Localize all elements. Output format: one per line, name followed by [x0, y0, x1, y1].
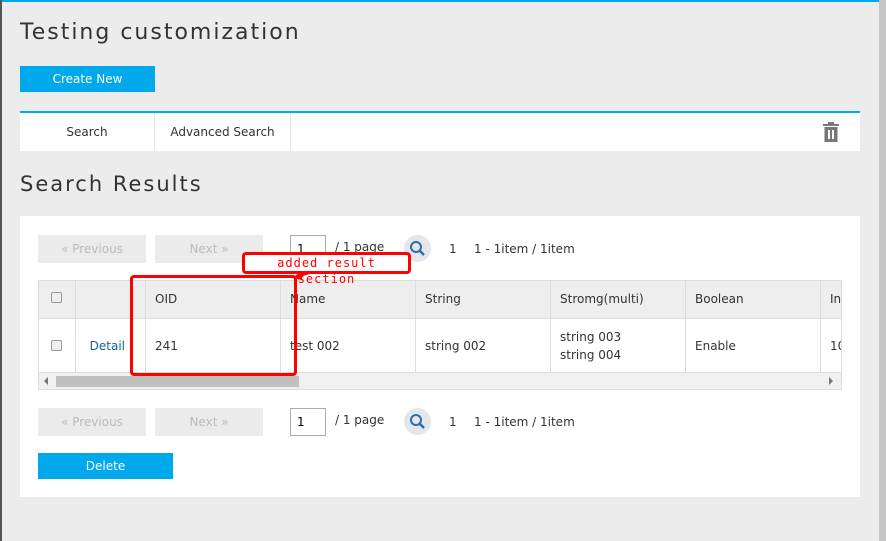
previous-button-bottom[interactable]: « Previous: [38, 408, 146, 436]
trash-icon[interactable]: [823, 122, 839, 142]
header-string[interactable]: String: [416, 281, 551, 318]
top-accent-line: [0, 0, 879, 2]
header-boolean[interactable]: Boolean: [686, 281, 821, 318]
multi-value: string 004: [560, 347, 622, 362]
annotation-highlight-box: [130, 275, 297, 376]
page-total-bottom: / 1 page: [335, 413, 385, 427]
cell-string-multi: string 003 string 004: [551, 318, 686, 372]
tab-search[interactable]: Search: [20, 113, 155, 151]
scroll-left-arrow-icon[interactable]: [44, 377, 48, 385]
next-button-bottom[interactable]: Next »: [155, 408, 263, 436]
previous-button[interactable]: « Previous: [38, 235, 146, 263]
page-title: Testing customization: [20, 20, 301, 45]
results-title: Search Results: [20, 172, 203, 196]
scrollbar-thumb[interactable]: [56, 376, 299, 387]
cell-string: string 002: [416, 318, 551, 372]
search-icon: [410, 414, 425, 429]
delete-button[interactable]: Delete: [38, 453, 173, 479]
select-all-checkbox[interactable]: [51, 292, 62, 303]
item-summary: 1 - 1item / 1item: [474, 242, 575, 256]
tab-advanced-search[interactable]: Advanced Search: [155, 113, 291, 151]
window-border: [0, 0, 2, 541]
cell-boolean: Enable: [686, 318, 821, 372]
annotation-label: added result section: [242, 252, 411, 286]
current-page: 1: [449, 242, 457, 256]
multi-value: string 003: [560, 329, 622, 344]
page-scrollbar[interactable]: [879, 0, 886, 541]
page-search-button-bottom[interactable]: [404, 408, 431, 435]
cell-int: 10: [821, 318, 841, 372]
search-tabs: Search Advanced Search: [20, 111, 860, 151]
header-select-all[interactable]: [39, 281, 76, 318]
row-checkbox[interactable]: [51, 340, 62, 351]
current-page-bottom: 1: [449, 415, 457, 429]
scroll-right-arrow-icon[interactable]: [829, 377, 833, 385]
page-input-bottom[interactable]: [290, 408, 326, 436]
row-select[interactable]: [39, 318, 76, 372]
cell-name: test 002: [281, 318, 416, 372]
header-string-multi[interactable]: Stromg(multi): [551, 281, 686, 318]
create-new-button[interactable]: Create New: [20, 66, 155, 92]
header-int[interactable]: Int: [821, 281, 841, 318]
item-summary-bottom: 1 - 1item / 1item: [474, 415, 575, 429]
